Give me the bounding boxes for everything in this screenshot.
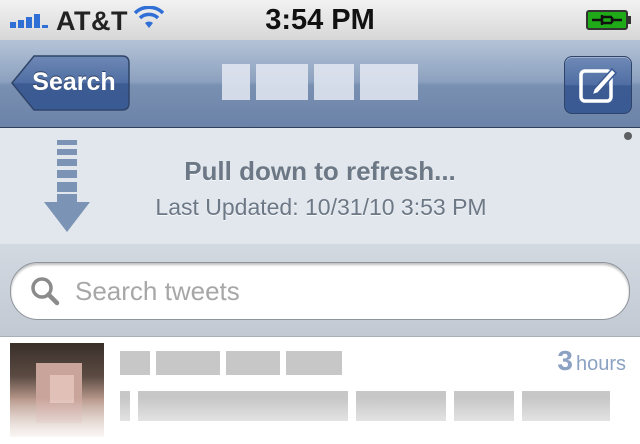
navigation-bar: Search — [0, 40, 640, 128]
search-field[interactable] — [10, 262, 630, 320]
list-fade — [0, 398, 640, 444]
nav-title-redacted — [222, 64, 418, 100]
compose-icon — [579, 67, 618, 103]
last-updated-text: Last Updated: 10/31/10 3:53 PM — [155, 194, 487, 220]
status-bar: AT&T 3:54 PM — [0, 0, 640, 41]
status-time: 3:54 PM — [265, 4, 375, 36]
app-screen: AT&T 3:54 PM Search Pull down to refresh… — [0, 0, 640, 444]
pull-to-refresh-title: Pull down to refresh... — [184, 156, 456, 186]
compose-button[interactable] — [564, 56, 632, 114]
back-button[interactable]: Search — [10, 54, 130, 112]
search-bar — [0, 244, 640, 337]
pull-to-refresh-header: Pull down to refresh... Last Updated: 10… — [0, 128, 640, 245]
search-icon — [31, 277, 60, 306]
tweet-time-unit: hours — [575, 353, 626, 375]
tweet-row[interactable]: 3 hours — [0, 337, 640, 444]
scroll-indicator — [624, 132, 632, 140]
down-arrow-icon — [44, 140, 90, 232]
tweet-time-value: 3 — [557, 345, 573, 376]
battery-charging-icon — [586, 10, 631, 30]
tweet-timestamp: 3 hours — [557, 345, 626, 377]
search-input[interactable] — [73, 267, 617, 315]
back-button-label: Search — [32, 68, 116, 96]
tweet-username-redacted — [120, 349, 342, 377]
